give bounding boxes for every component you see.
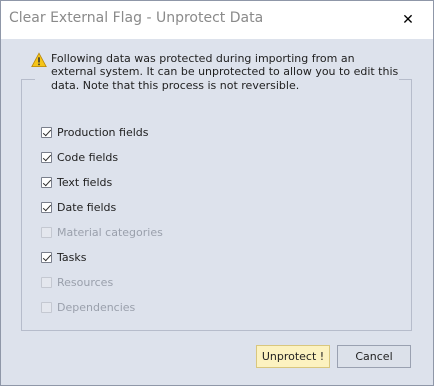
option-label: Production fields	[57, 125, 149, 139]
option-row[interactable]: Tasks	[41, 249, 86, 265]
option-checkbox[interactable]	[41, 251, 52, 263]
option-label: Code fields	[57, 150, 119, 164]
option-row: Resources	[41, 274, 113, 290]
option-checkbox	[41, 226, 52, 238]
option-label: Date fields	[57, 200, 117, 214]
option-row: Material categories	[41, 224, 163, 240]
option-row[interactable]: Text fields	[41, 174, 112, 190]
warning-icon	[31, 52, 47, 67]
notice-message: Following data was protected during impo…	[51, 52, 399, 92]
option-label: Text fields	[57, 175, 113, 189]
title-bar[interactable]: Clear External Flag - Unprotect Data ✕	[1, 1, 433, 39]
option-checkbox	[41, 301, 52, 313]
option-label: Tasks	[57, 250, 87, 264]
option-row[interactable]: Production fields	[41, 124, 149, 140]
dialog-title: Clear External Flag - Unprotect Data	[9, 10, 264, 26]
notice: Following data was protected during impo…	[31, 52, 403, 92]
unprotect-button[interactable]: Unprotect !	[256, 345, 330, 368]
option-label: Dependencies	[57, 300, 136, 314]
option-checkbox[interactable]	[41, 176, 52, 188]
close-icon: ✕	[402, 12, 414, 28]
option-checkbox[interactable]	[41, 201, 52, 213]
option-label: Resources	[57, 275, 114, 289]
option-row: Dependencies	[41, 299, 135, 315]
close-button[interactable]: ✕	[397, 9, 419, 31]
option-row[interactable]: Code fields	[41, 149, 118, 165]
option-label: Material categories	[57, 225, 163, 239]
option-checkbox[interactable]	[41, 151, 52, 163]
option-checkbox[interactable]	[41, 126, 52, 138]
option-row[interactable]: Date fields	[41, 199, 116, 215]
dialog-window: Clear External Flag - Unprotect Data ✕ F…	[0, 0, 434, 386]
cancel-button[interactable]: Cancel	[337, 345, 411, 368]
option-checkbox	[41, 276, 52, 288]
